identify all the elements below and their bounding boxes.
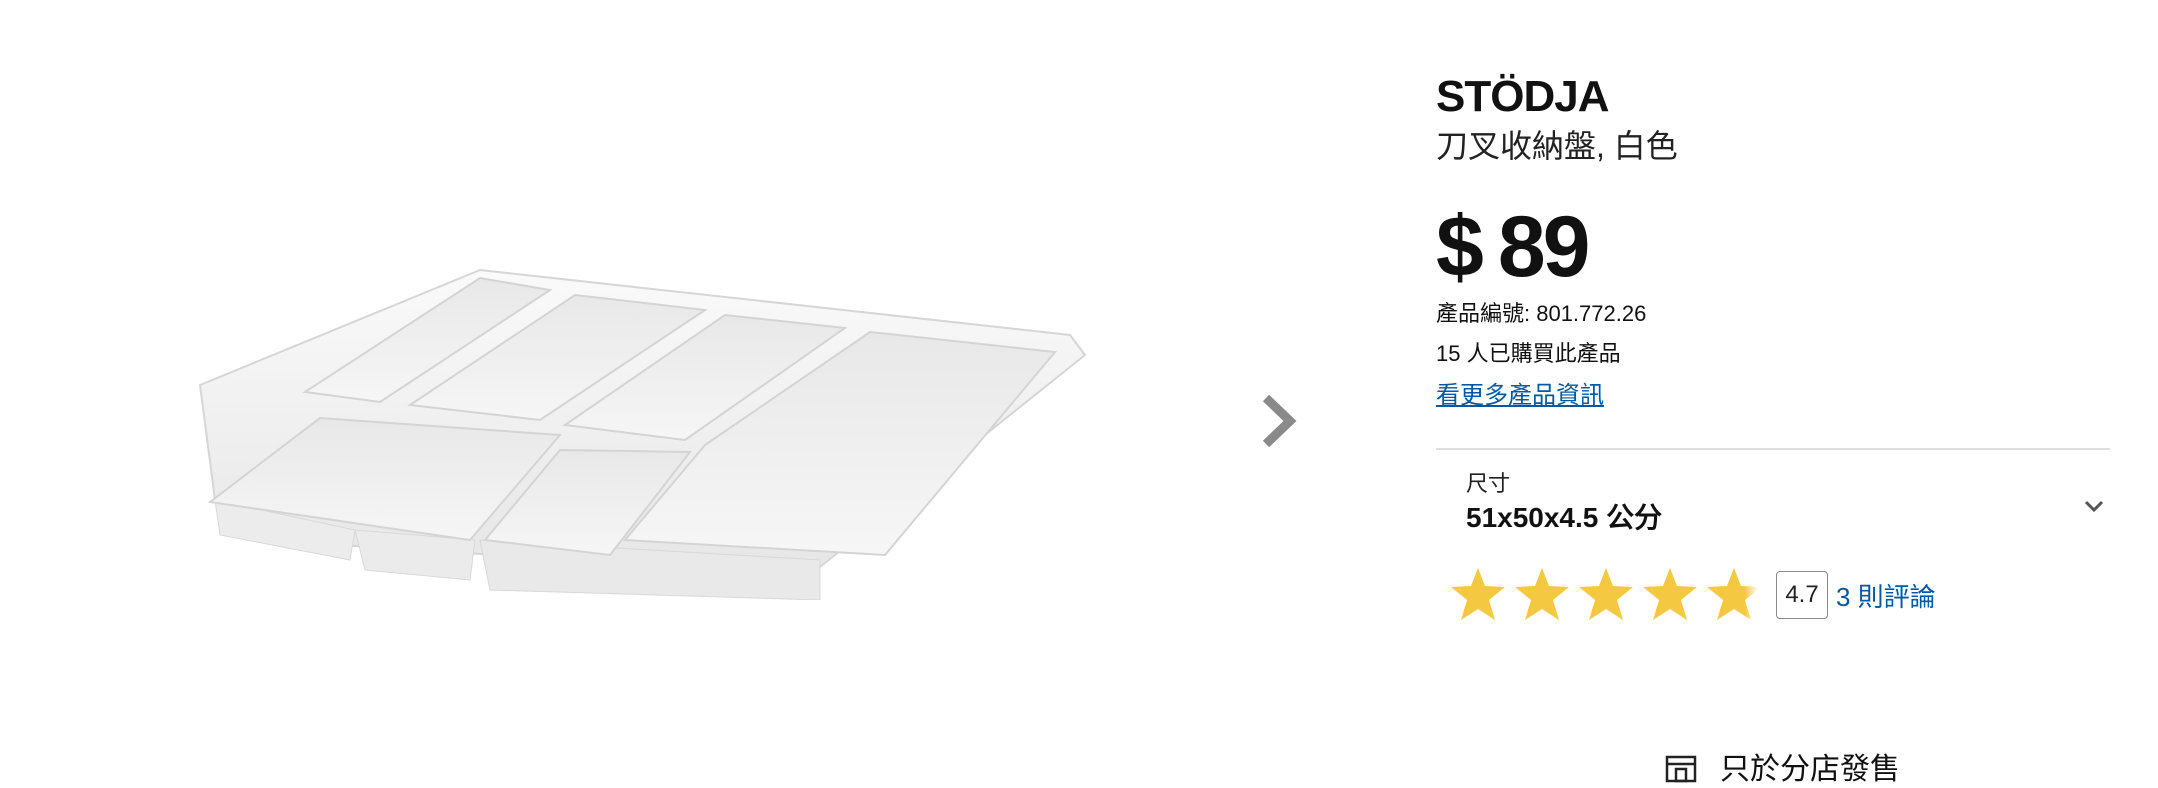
price-currency: $ (1436, 199, 1484, 295)
rating-score: 4.7 (1776, 571, 1828, 619)
store-only-availability: 只於分店發售 (1664, 744, 1900, 788)
product-subtitle: 刀叉收納盤, 白色 (1436, 128, 1678, 164)
star-icon (1515, 568, 1569, 620)
purchase-count: 15 人已購買此產品 (1436, 341, 1621, 366)
reviews-link[interactable]: 3 則評論 (1836, 577, 1936, 614)
product-image (198, 268, 1087, 600)
product-name: STÖDJA (1436, 72, 1609, 121)
size-label: 尺寸 (1466, 471, 1511, 496)
divider (1436, 448, 2110, 450)
product-info: STÖDJA 刀叉收納盤, 白色 $89 產品編號: 801.772.26 15… (1436, 70, 2116, 412)
article-number: 產品編號: 801.772.26 (1436, 301, 1647, 326)
rating: 4.7 3 則評論 (1448, 560, 1936, 630)
star-icon (1579, 568, 1633, 620)
rating-stars (1448, 565, 1764, 625)
size-selector[interactable]: 尺寸 51x50x4.5 公分 (1466, 470, 2106, 540)
star-icon (1451, 568, 1505, 620)
price-value: 89 (1497, 199, 1591, 295)
next-image-chevron-right-icon[interactable] (1258, 392, 1298, 450)
chevron-down-icon[interactable] (2082, 498, 2106, 514)
star-icon (1643, 568, 1697, 620)
product-price: $89 (1436, 202, 2116, 292)
more-product-info-link[interactable]: 看更多產品資訊 (1436, 380, 1604, 412)
star-icon (1707, 568, 1761, 620)
store-icon (1665, 755, 1697, 783)
size-value: 51x50x4.5 公分 (1466, 502, 1663, 533)
store-only-text: 只於分店發售 (1720, 753, 1900, 786)
